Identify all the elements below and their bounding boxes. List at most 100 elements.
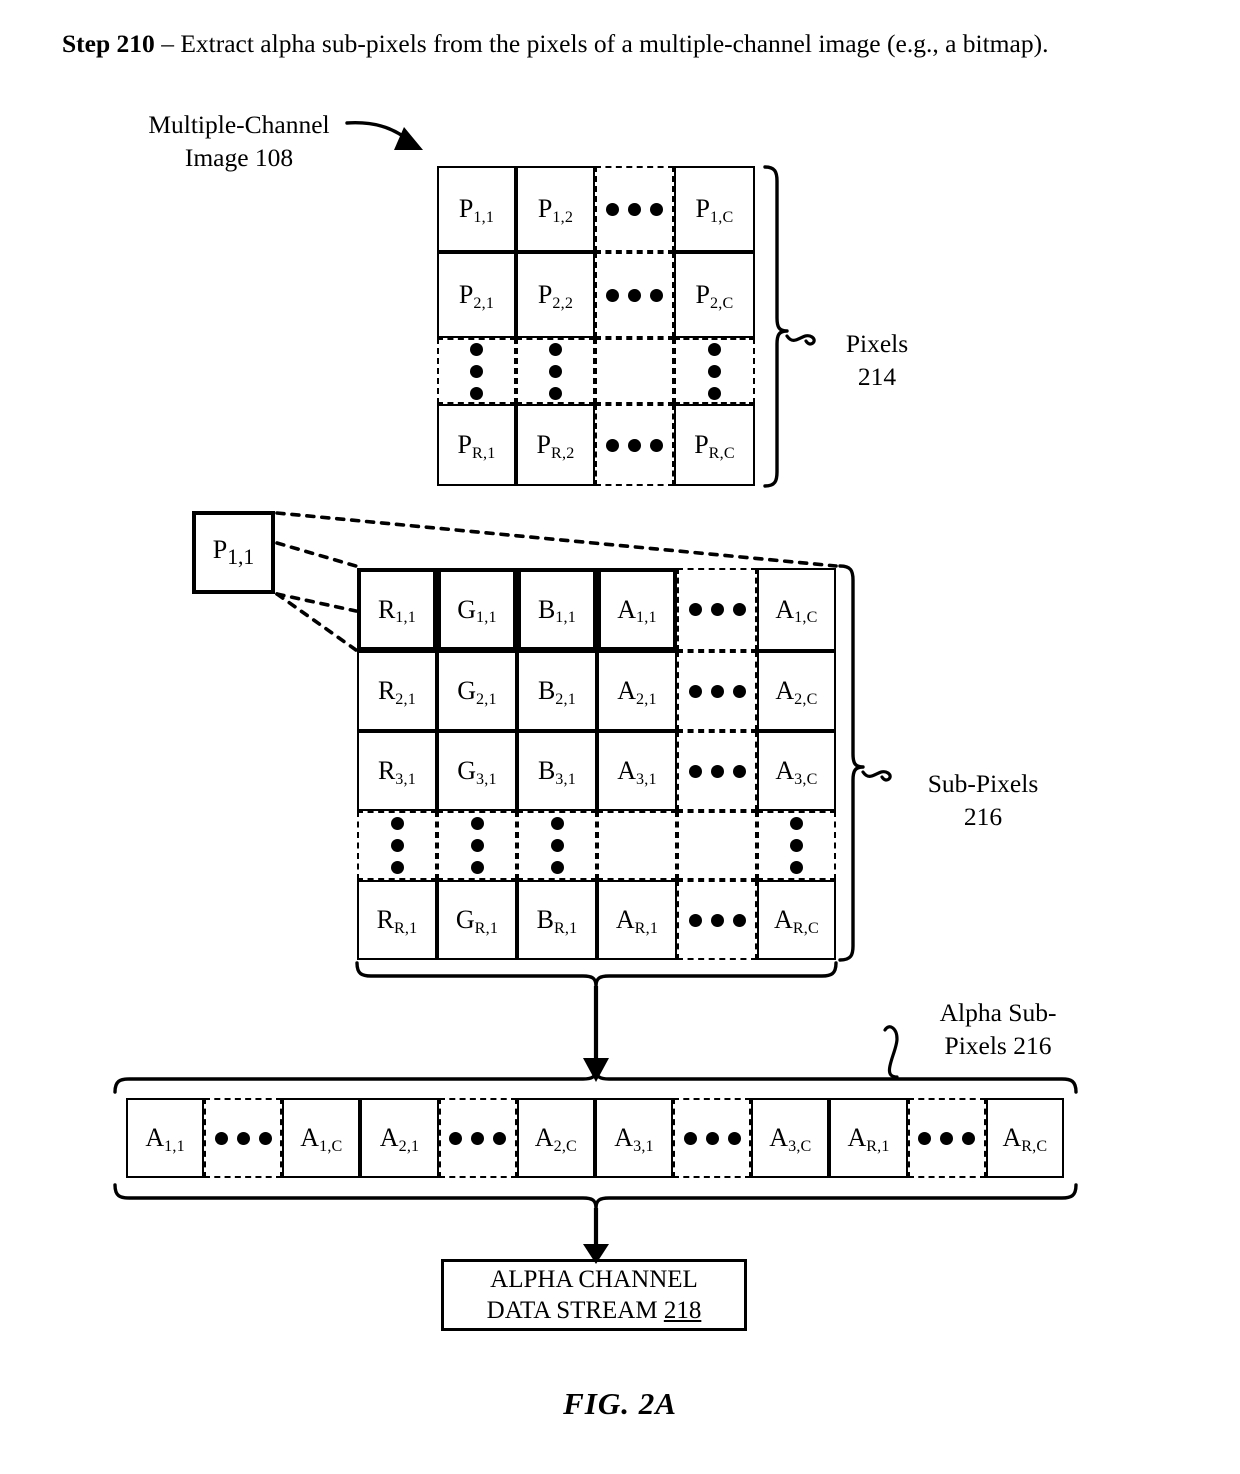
grid-cell-RR-1: RR,1 xyxy=(357,880,437,960)
horizontal-ellipsis-icon xyxy=(688,764,746,778)
grid-cell-ellipsis xyxy=(907,1098,986,1178)
alpha-strip-top-brace xyxy=(113,1067,1078,1094)
alpha-sub-pixels-216-label: Alpha Sub- Pixels 216 xyxy=(908,996,1088,1062)
grid-cell-ellipsis xyxy=(677,651,757,731)
multiple-channel-image-label: Multiple-Channel Image 108 xyxy=(134,108,344,174)
grid-cell-A3-1: A3,1 xyxy=(597,731,677,811)
grid-cell-AR-1: AR,1 xyxy=(829,1098,908,1178)
sub-pixel-grid: R1,1 G1,1 B1,1 A1,1 A1,C R2,1 G2,1 B2,1 A2,1 A2,C… xyxy=(357,568,836,960)
horizontal-ellipsis-icon xyxy=(214,1131,272,1145)
grid-cell-ellipsis xyxy=(674,338,755,404)
grid-cell-R2-1: R2,1 xyxy=(357,651,437,731)
vertical-ellipsis-icon xyxy=(790,817,803,874)
vertical-ellipsis-icon xyxy=(549,342,562,400)
alpha-sub-pixels-216-label-line1: Alpha Sub- xyxy=(939,998,1057,1027)
grid-cell-GR-1: GR,1 xyxy=(437,880,517,960)
grid-cell-ellipsis xyxy=(677,568,757,651)
alpha-sub-pixels-216-label-line2: Pixels 216 xyxy=(944,1031,1052,1060)
grid-cell-label: P1,1 xyxy=(458,194,495,226)
grid-cell-AR-C: AR,C xyxy=(985,1098,1064,1178)
grid-cell-A3-1: A3,1 xyxy=(594,1098,674,1178)
alpha-channel-data-stream-line2: DATA STREAM 218 xyxy=(487,1295,702,1326)
grid-cell-BR-1: BR,1 xyxy=(517,880,597,960)
grid-cell-ellipsis xyxy=(516,338,595,404)
alpha-channel-data-stream-ref: 218 xyxy=(663,1297,702,1324)
grid-cell-label: A1,C xyxy=(775,594,818,627)
grid-cell-ellipsis xyxy=(517,811,597,880)
grid-cell-label: G2,1 xyxy=(457,676,497,708)
multiple-channel-image-arrow xyxy=(345,121,423,150)
grid-cell-ellipsis xyxy=(757,811,836,880)
grid-cell-R3-1: R3,1 xyxy=(357,731,437,811)
sub-pixels-216-label-line1: Sub-Pixels xyxy=(927,769,1039,798)
grid-cell-label: A1,C xyxy=(300,1123,343,1155)
grid-cell-ellipsis xyxy=(677,731,757,811)
grid-cell-label: GR,1 xyxy=(455,905,499,937)
grid-cell-ellipsis xyxy=(204,1098,283,1178)
grid-cell-label: A3,1 xyxy=(614,1123,654,1155)
multiple-channel-image-label-line2: Image 108 xyxy=(184,143,294,172)
grid-cell-label: R2,1 xyxy=(377,676,417,708)
grid-cell-label: PR,2 xyxy=(536,430,575,462)
grid-cell-label: B3,1 xyxy=(537,756,577,788)
pixel-callout-p11-label: P1,1 xyxy=(212,534,255,570)
grid-cell-P1-C: P1,C xyxy=(674,166,755,252)
grid-cell-B1-1: B1,1 xyxy=(517,568,597,651)
grid-cell-label: A1,1 xyxy=(617,594,657,627)
grid-cell-label: P2,2 xyxy=(537,280,574,312)
grid-cell-ellipsis xyxy=(595,166,674,252)
grid-cell-label: P2,C xyxy=(695,280,734,312)
horizontal-ellipsis-icon xyxy=(688,684,746,698)
sub-pixel-grid-bottom-brace xyxy=(355,961,838,988)
horizontal-ellipsis-icon xyxy=(606,438,663,452)
sub-pixels-216-label: Sub-Pixels 216 xyxy=(893,767,1073,833)
grid-cell-B2-1: B2,1 xyxy=(517,651,597,731)
grid-cell-P1-2: P1,2 xyxy=(516,166,595,252)
grid-cell-ellipsis xyxy=(677,880,757,960)
alpha-sub-pixels-216-leader xyxy=(883,1025,899,1079)
grid-cell-label: A1,1 xyxy=(145,1123,185,1155)
vertical-ellipsis-icon xyxy=(390,817,404,874)
horizontal-ellipsis-icon xyxy=(918,1131,976,1145)
subpixels-to-alphastrip-arrow xyxy=(583,986,609,1082)
grid-cell-ellipsis xyxy=(673,1098,752,1178)
horizontal-ellipsis-icon xyxy=(683,1131,741,1145)
grid-cell-AR-C: AR,C xyxy=(757,880,836,960)
grid-cell-label: PR,1 xyxy=(457,430,496,462)
grid-cell-empty xyxy=(595,338,674,404)
grid-cell-AR-1: AR,1 xyxy=(597,880,677,960)
grid-cell-label: AR,1 xyxy=(615,905,659,937)
grid-cell-label: P1,C xyxy=(695,194,734,226)
alpha-channel-data-stream-line2-prefix: DATA STREAM xyxy=(486,1297,664,1324)
grid-cell-G1-1: G1,1 xyxy=(437,568,517,651)
grid-cell-ellipsis xyxy=(595,404,674,486)
grid-cell-label: A2,C xyxy=(775,676,818,708)
pixel-grid: P1,1 P1,2 P1,C P2,1 P2,2 P2,C PR,1 PR,2 PR,C xyxy=(437,166,755,486)
grid-cell-A3-C: A3,C xyxy=(757,731,836,811)
pixels-214-leader xyxy=(785,334,816,346)
alphastrip-to-datastream-arrow xyxy=(583,1208,609,1264)
grid-cell-label: PR,C xyxy=(694,430,735,462)
grid-cell-PR-2: PR,2 xyxy=(516,404,595,486)
grid-cell-label: AR,C xyxy=(1002,1123,1048,1155)
grid-cell-label: B2,1 xyxy=(537,676,577,708)
pixels-214-label-line2: 214 xyxy=(857,362,897,391)
grid-cell-A1-1: A1,1 xyxy=(126,1098,205,1178)
multiple-channel-image-label-line1: Multiple-Channel xyxy=(148,110,330,139)
grid-cell-P1-1: P1,1 xyxy=(437,166,516,252)
figure-caption: FIG. 2A xyxy=(563,1386,677,1421)
grid-cell-A2-1: A2,1 xyxy=(360,1098,439,1178)
grid-cell-A1-1: A1,1 xyxy=(597,568,677,651)
grid-cell-label: A3,C xyxy=(769,1123,812,1155)
pixels-214-bracket xyxy=(763,165,789,488)
horizontal-ellipsis-icon xyxy=(688,913,746,927)
pixel-callout-p11: P1,1 xyxy=(192,511,275,594)
pixels-214-label-line1: Pixels xyxy=(845,329,909,358)
grid-cell-label: A2,1 xyxy=(379,1123,420,1155)
grid-cell-label: A3,C xyxy=(775,756,818,788)
grid-cell-label: B1,1 xyxy=(537,594,577,627)
grid-cell-label: G3,1 xyxy=(457,756,497,788)
alpha-strip-bottom-brace xyxy=(113,1183,1078,1210)
grid-cell-ellipsis xyxy=(357,811,437,880)
step-number: Step 210 xyxy=(62,29,155,58)
